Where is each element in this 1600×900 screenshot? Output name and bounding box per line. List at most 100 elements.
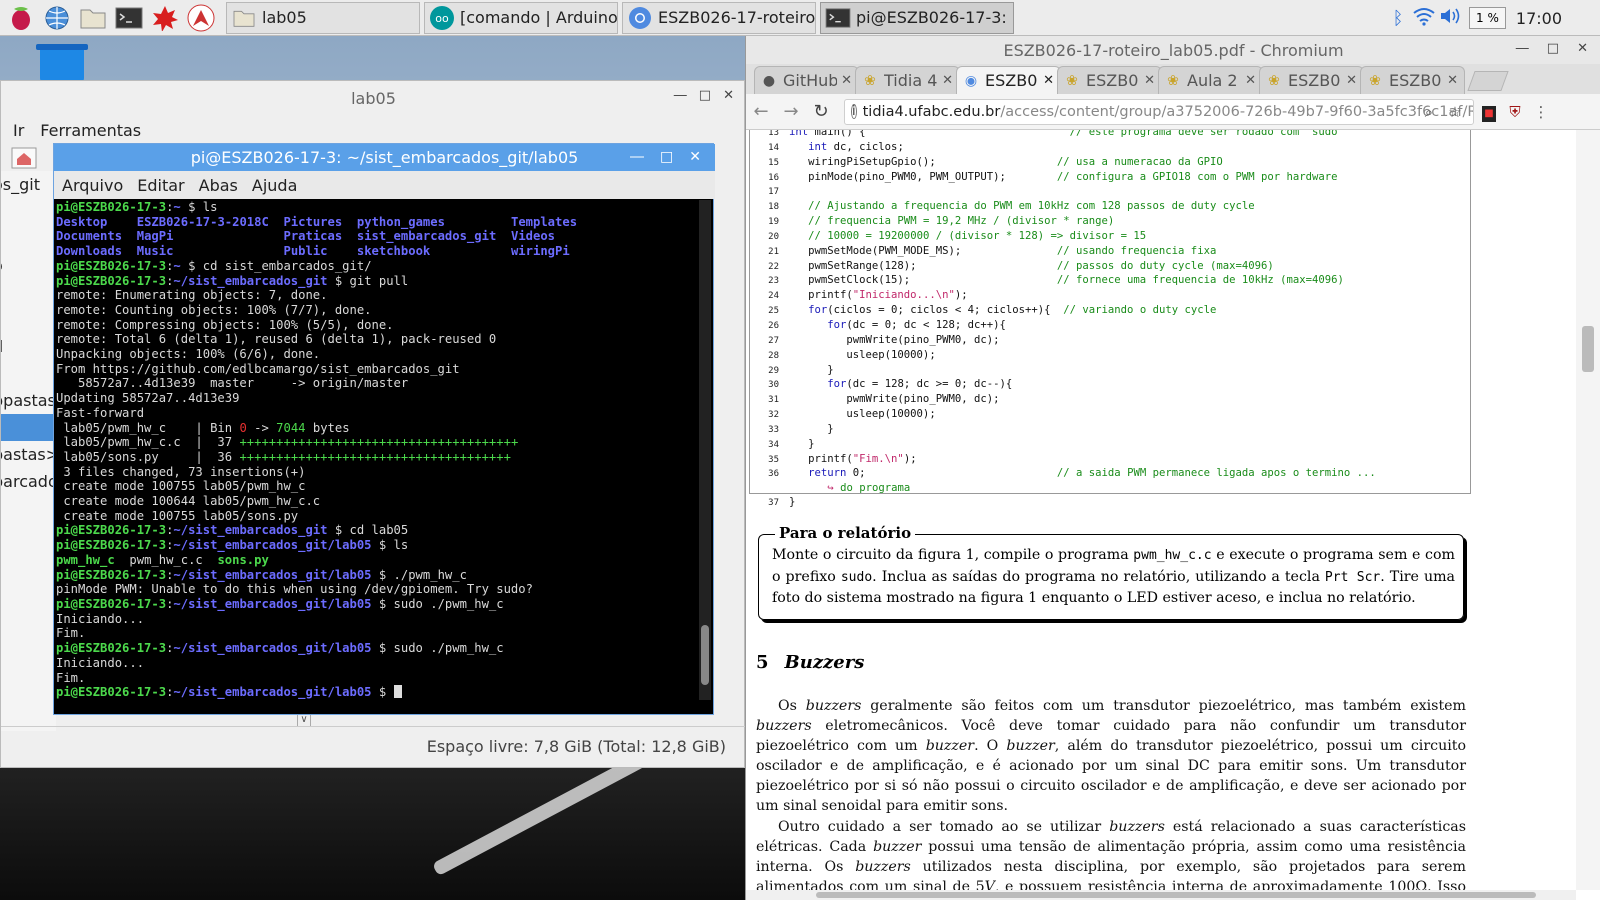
tab-eszb[interactable]: ❀ ESZB0 ✕ [1360, 66, 1465, 94]
maximize-icon[interactable]: □ [1547, 41, 1559, 56]
menu-ajuda[interactable]: Ajuda [252, 176, 298, 195]
code-line: 22 pwmSetRange(128); // passos do duty c… [753, 260, 1376, 275]
diff-stat: | 37 [188, 435, 240, 450]
bluetooth-icon[interactable]: ᛒ [1385, 8, 1411, 29]
line-number: 21 [768, 246, 779, 257]
section-heading: 5 Buzzers [756, 652, 864, 673]
terminal-icon[interactable] [114, 3, 144, 33]
close-icon[interactable]: ✕ [942, 73, 953, 88]
reload-icon[interactable]: ↻ [806, 101, 836, 122]
tab-label: Tidia 4 [884, 71, 938, 90]
pdf-vertical-scrollbar[interactable] [1576, 130, 1600, 890]
close-icon[interactable]: ✕ [1346, 73, 1357, 88]
minimize-icon[interactable]: ― [1516, 41, 1529, 56]
task-chromium[interactable]: ESZB026-17-roteiro_l... [622, 1, 816, 34]
prompt-host: pi@ESZB026-17-3 [56, 523, 167, 538]
tab-tidia[interactable]: ❀ Tidia 4 ✕ [855, 66, 960, 94]
raspberry-menu-icon[interactable] [6, 3, 36, 33]
scrollbar-thumb[interactable] [701, 625, 709, 685]
maximize-icon[interactable]: □ [699, 88, 711, 103]
tab-pdf-active[interactable]: ◉ ESZB0 ✕ [956, 66, 1061, 94]
pdf-viewer[interactable]: 13 int main() { // este programa deve ser… [746, 130, 1576, 890]
task-arduino[interactable]: oo [comando | Arduino 2... [424, 1, 618, 34]
output-line: Fim. [56, 626, 86, 641]
task-label: lab05 [262, 8, 307, 27]
star-icon[interactable]: ☆ [1442, 103, 1468, 121]
tidia-icon: ❀ [1268, 72, 1280, 89]
mathematica-icon[interactable] [186, 3, 216, 33]
ls-entry: Pictures [283, 214, 343, 229]
code-line: 30 for(dc = 128; dc >= 0; dc--){ [753, 378, 1376, 393]
wifi-icon[interactable] [1411, 6, 1437, 30]
folder-icon[interactable] [78, 3, 108, 33]
terminal-output[interactable]: pi@ESZB026-17-3:~ $ ls Desktop ESZB026-1… [56, 200, 696, 700]
clock[interactable]: 17:00 [1516, 9, 1562, 28]
line-number: 35 [768, 454, 779, 465]
close-icon[interactable]: ✕ [1245, 73, 1256, 88]
line-number: 24 [768, 291, 779, 302]
ublock-icon[interactable]: ⛨ [1502, 103, 1528, 121]
sidebar-item[interactable]: barcado [1, 468, 56, 495]
close-icon[interactable]: ✕ [841, 73, 852, 88]
maximize-icon[interactable]: □ [660, 149, 673, 165]
close-icon[interactable]: ✕ [689, 149, 701, 165]
ls-entry: Downloads [56, 244, 123, 259]
back-icon[interactable]: ← [746, 101, 776, 122]
line-number: 13 [768, 130, 779, 138]
info-icon[interactable]: i [851, 104, 857, 119]
scrollbar-thumb[interactable] [816, 892, 1536, 898]
zoom-icon[interactable]: ⌕ [1416, 103, 1442, 121]
menu-editar[interactable]: Editar [137, 176, 184, 195]
close-icon[interactable]: ✕ [1447, 73, 1458, 88]
close-icon[interactable]: ✕ [1043, 73, 1054, 88]
extension-icon[interactable]: ■ [1476, 102, 1502, 122]
minimize-icon[interactable]: ― [674, 88, 687, 103]
tab-aula[interactable]: ❀ Aula 2 ✕ [1158, 66, 1263, 94]
globe-icon[interactable] [42, 3, 72, 33]
close-icon[interactable]: ✕ [723, 88, 734, 103]
menu-dots-icon[interactable]: ⋮ [1528, 103, 1554, 121]
sidebar-item[interactable]: o [1, 252, 56, 279]
close-icon[interactable]: ✕ [1577, 41, 1588, 56]
scrollbar-thumb[interactable] [1582, 326, 1594, 372]
sidebar-item[interactable] [1, 279, 56, 306]
ls-row: Documents MagPi Praticas sist_embarcados… [56, 229, 555, 243]
sidebar-item[interactable]: d [1, 333, 56, 360]
text-cursor [393, 685, 402, 699]
output-line: create mode 100644 lab05/pwm_hw_c.c [56, 494, 321, 509]
pdf-horizontal-scrollbar[interactable] [746, 890, 1576, 900]
trash-icon[interactable] [36, 44, 88, 84]
menu-ferramentas[interactable]: Ferramentas [40, 121, 141, 140]
sidebar-item[interactable] [1, 360, 56, 387]
volume-icon[interactable] [1437, 6, 1463, 30]
cpu-usage: 1 % [1469, 7, 1506, 29]
tab-eszb[interactable]: ❀ ESZB0 ✕ [1259, 66, 1364, 94]
burst-icon[interactable] [150, 3, 180, 33]
sidebar-item[interactable] [1, 414, 56, 441]
tab-eszb[interactable]: ❀ ESZB0 ✕ [1057, 66, 1162, 94]
address-bar[interactable]: i tidia4.ufabc.edu.br/access/content/gro… [844, 98, 1474, 125]
terminal-scrollbar[interactable] [699, 200, 711, 700]
minimize-icon[interactable]: ― [630, 149, 644, 165]
sidebar-item[interactable] [1, 225, 56, 252]
menu-abas[interactable]: Abas [199, 176, 238, 195]
sidebar-item[interactable]: os_git [1, 171, 56, 198]
menu-ir[interactable]: Ir [13, 121, 24, 140]
prompt-host: pi@ESZB026-17-3 [56, 273, 167, 288]
menu-arquivo[interactable]: Arquivo [62, 176, 123, 195]
close-icon[interactable]: ✕ [1144, 73, 1155, 88]
diff-file: lab05/pwm_hw_c [56, 420, 189, 435]
command: ./pwm_hw_c [393, 567, 467, 582]
sidebar-item[interactable] [1, 306, 56, 333]
forward-icon[interactable]: → [776, 101, 806, 122]
home-icon[interactable] [11, 147, 37, 173]
sidebar-item[interactable]: pastas> [1, 441, 56, 468]
scroll-down-icon[interactable]: ∨ [297, 713, 311, 727]
sidebar-item[interactable] [1, 198, 56, 225]
prompt-host: pi@ESZB026-17-3 [56, 538, 167, 553]
sidebar-item[interactable]: bpastas [1, 387, 56, 414]
task-terminal[interactable]: pi@ESZB026-17-3: ~... [820, 1, 1014, 34]
new-tab-button[interactable] [1467, 71, 1509, 91]
task-file-manager[interactable]: lab05 [226, 1, 420, 34]
tab-github[interactable]: ● GitHub ✕ [754, 66, 859, 94]
